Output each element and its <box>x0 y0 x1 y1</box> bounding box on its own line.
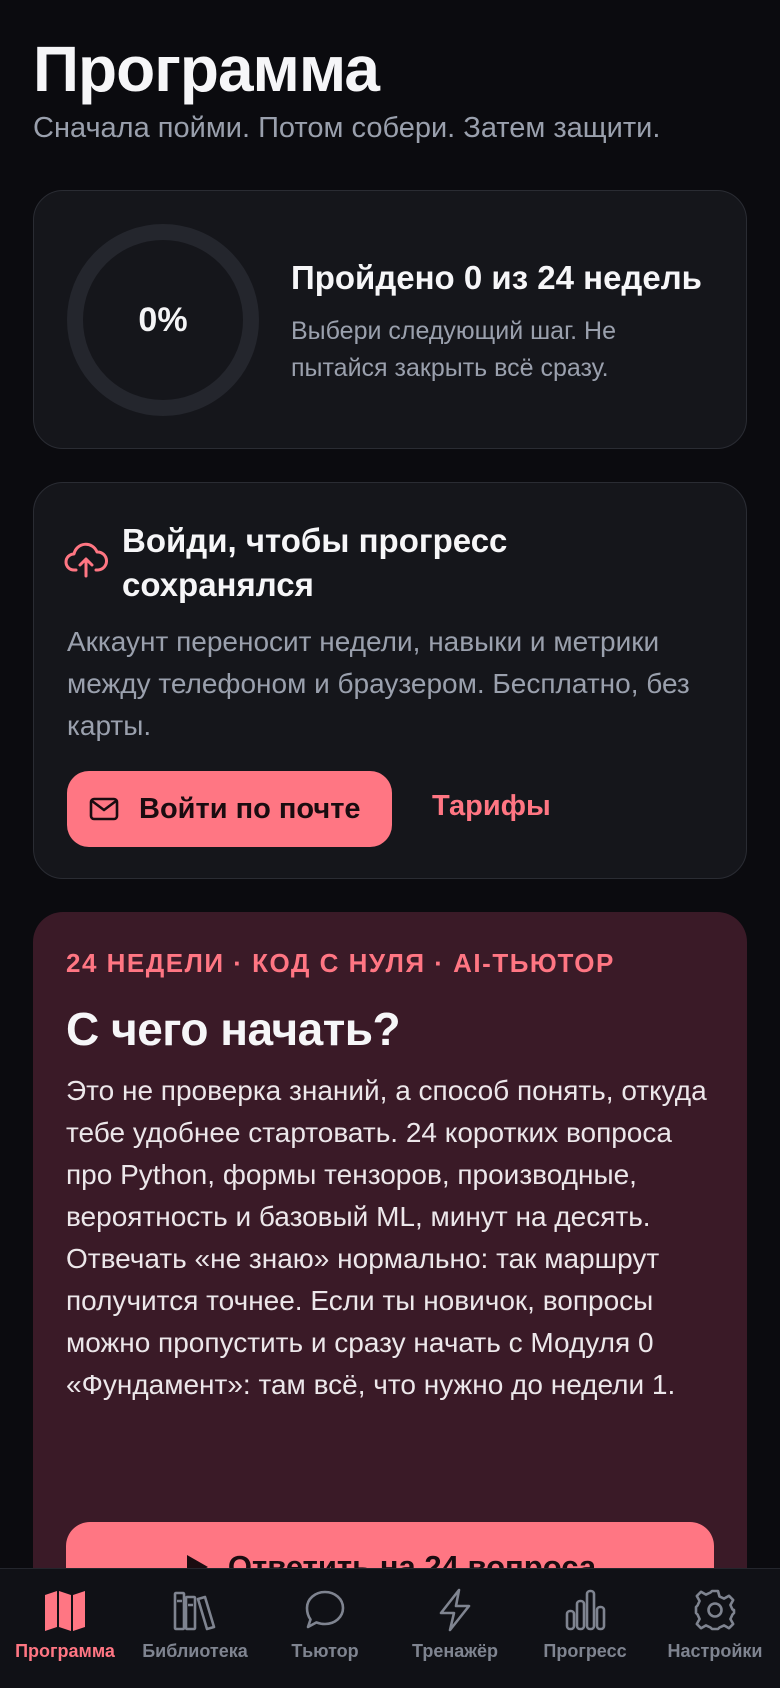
books-icon <box>173 1591 216 1631</box>
email-login-button[interactable]: Войти по почте <box>67 771 392 847</box>
tariffs-link[interactable]: Тарифы <box>432 790 551 823</box>
login-card: Войди, чтобы прогресс сохранялся Аккаунт… <box>33 482 747 879</box>
progress-hint: Выбери следующий шаг. Не пытайся закрыть… <box>291 317 616 382</box>
progress-ring: 0% <box>67 224 259 416</box>
start-title: С чего начать? <box>66 1003 401 1055</box>
tab-label: Тренажёр <box>412 1641 498 1661</box>
gear-icon <box>694 1589 736 1631</box>
tab-progress[interactable]: Прогресс <box>520 1569 650 1688</box>
page-title: Программа <box>33 33 380 105</box>
tab-label: Настройки <box>667 1641 763 1661</box>
progress-card: 0% Пройдено 0 из 24 недель Выбери следую… <box>33 190 747 449</box>
cloud-upload-icon <box>64 542 108 578</box>
map-icon <box>45 1591 85 1631</box>
start-eyebrow: 24 НЕДЕЛИ · КОД С НУЛЯ · AI-ТЬЮТОР <box>66 948 615 978</box>
progress-title: Пройдено 0 из 24 недель <box>291 259 702 296</box>
email-login-label: Войти по почте <box>139 792 361 825</box>
tab-label: Библиотека <box>142 1641 248 1661</box>
tab-label: Тьютор <box>291 1641 359 1661</box>
bottom-tab-bar: Программа Библиотека Тьютор Тренажёр Про… <box>0 1568 780 1688</box>
tab-label: Программа <box>15 1641 115 1661</box>
chat-bubble-icon <box>305 1590 345 1629</box>
tab-label: Прогресс <box>543 1641 627 1661</box>
tab-tutor[interactable]: Тьютор <box>260 1569 390 1688</box>
tab-library[interactable]: Библиотека <box>130 1569 260 1688</box>
tab-settings[interactable]: Настройки <box>650 1569 780 1688</box>
login-text: Аккаунт переносит недели, навыки и метри… <box>67 626 690 741</box>
page-subtitle: Сначала пойми. Потом собери. Затем защит… <box>33 112 661 144</box>
mail-icon <box>89 797 119 821</box>
lightning-icon <box>439 1588 471 1632</box>
bar-chart-icon <box>565 1589 606 1631</box>
tab-trainer[interactable]: Тренажёр <box>390 1569 520 1688</box>
program-screen: Программа Сначала пойми. Потом собери. З… <box>0 0 780 1688</box>
progress-percent: 0% <box>138 300 188 339</box>
login-title: Войди, чтобы прогресс сохранялся <box>122 522 508 603</box>
tab-program[interactable]: Программа <box>0 1569 130 1688</box>
start-body: Это не проверка знаний, а способ понять,… <box>66 1075 707 1400</box>
